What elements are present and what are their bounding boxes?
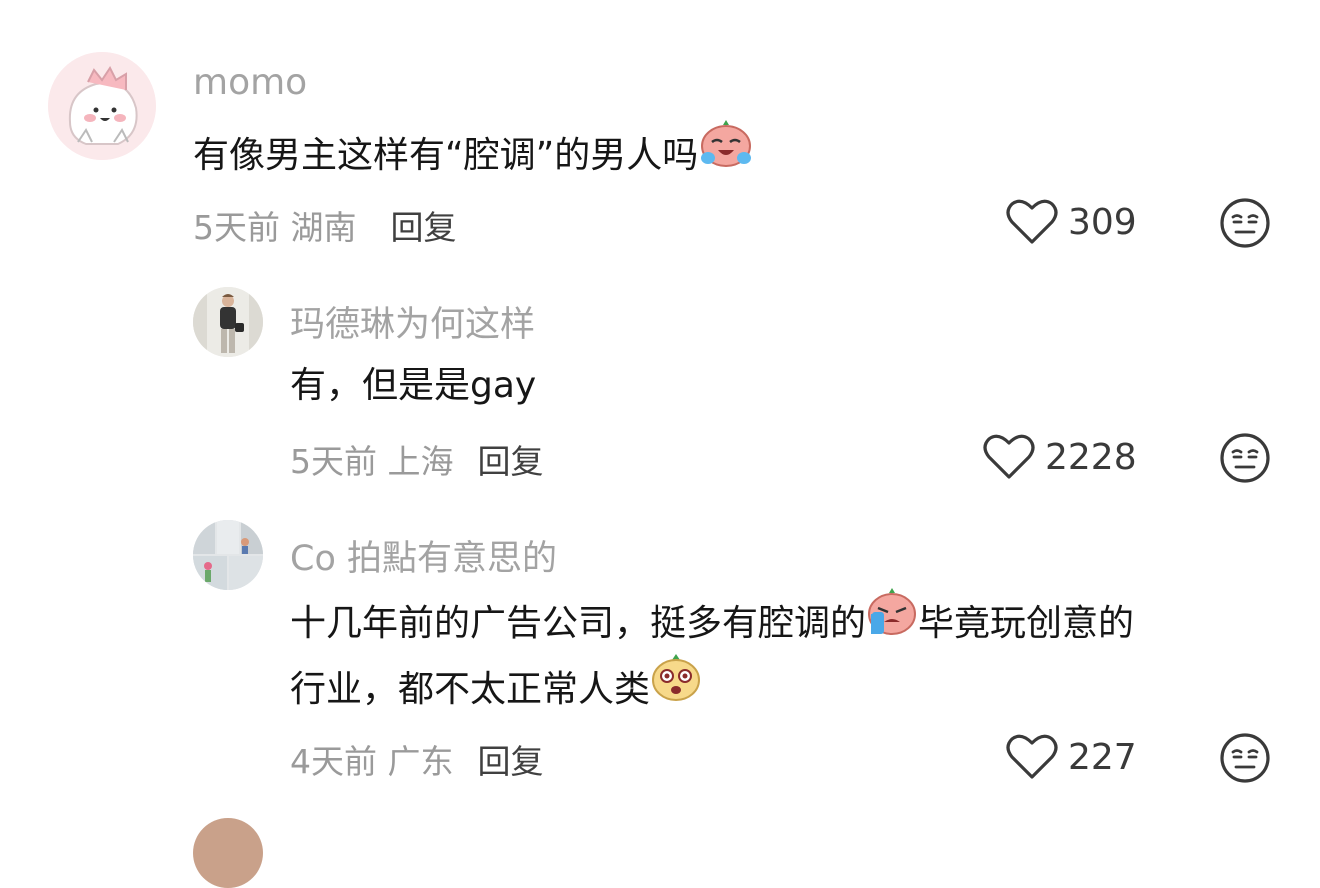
comment-text-line-1: 十几年前的广告公司，挺多有腔调的 毕竟玩创意的 [290, 588, 1134, 660]
dislike-button[interactable] [1219, 732, 1271, 788]
heart-icon [1006, 734, 1058, 779]
unamused-face-icon [1220, 733, 1270, 783]
like-count: 227 [1068, 736, 1137, 778]
crying-emoji-icon [866, 586, 918, 656]
like-button[interactable]: 227 [1006, 733, 1137, 781]
avatar[interactable] [193, 520, 263, 590]
surprised-emoji-icon [650, 652, 702, 722]
comment-text-line-2: 行业，都不太正常人类 [290, 654, 702, 726]
reply-button[interactable]: 回复 [478, 742, 544, 781]
comment-meta: 4天前 广东 回复 [290, 735, 544, 783]
comment-3: Co 拍點有意思的 十几年前的广告公司，挺多有腔调的 毕竟玩创意的 行业，都不太… [0, 0, 1320, 800]
time-location: 4天前 广东 [290, 742, 454, 781]
username[interactable]: Co 拍點有意思的 [290, 530, 557, 581]
avatar-photo-collage-icon [193, 520, 263, 590]
next-comment-avatar[interactable] [193, 818, 263, 888]
